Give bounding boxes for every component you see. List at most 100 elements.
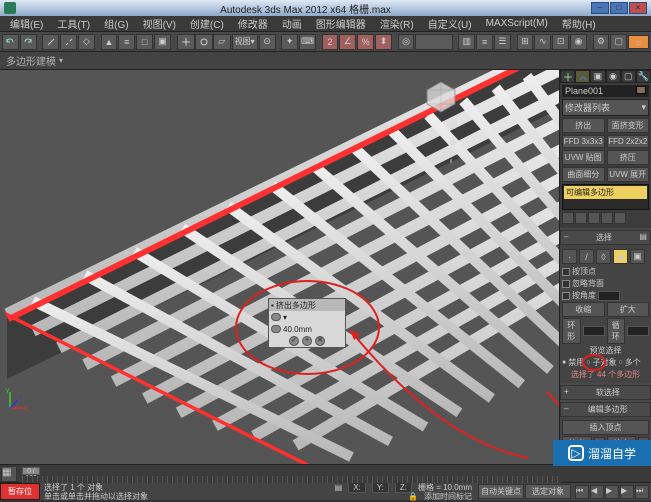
insert-vertex-button[interactable]: 插入顶点 — [562, 420, 649, 435]
caddy-apply-button[interactable]: + — [302, 336, 312, 346]
link-button[interactable] — [42, 34, 59, 50]
mirror-button[interactable]: ▥ — [458, 34, 475, 50]
pan-button[interactable]: ✥ — [449, 138, 465, 152]
tab-display[interactable]: ▢ — [621, 70, 636, 83]
subobj-vertex[interactable]: · — [562, 249, 577, 264]
unlink-button[interactable] — [60, 34, 77, 50]
selected-button[interactable]: 选定对象 — [525, 484, 571, 499]
ring-spinner[interactable] — [583, 326, 605, 336]
modset-button-6[interactable]: 曲面细分 — [562, 167, 605, 182]
keyboard-button[interactable]: ⌨ — [299, 34, 316, 50]
time-slider[interactable]: 0 / 100 — [22, 467, 40, 475]
app-icon[interactable] — [4, 2, 16, 14]
window-crossing-button[interactable]: ▣ — [154, 34, 171, 50]
align-button[interactable]: ≡ — [476, 34, 493, 50]
menu-t[interactable]: 工具(T) — [51, 15, 96, 32]
select-region-button[interactable]: □ — [136, 34, 153, 50]
schematic-button[interactable]: ⊡ — [552, 34, 569, 50]
tab-create[interactable] — [560, 70, 575, 83]
menu-c[interactable]: 创建(C) — [184, 15, 230, 32]
ring-button[interactable]: 环形 — [562, 318, 581, 344]
orbit-button[interactable]: ◐ — [449, 156, 465, 170]
modset-button-7[interactable]: UVW 展开 — [607, 167, 650, 182]
next-frame-button[interactable]: ▶ — [620, 485, 634, 499]
ref-coord-button[interactable]: 视图▾ — [232, 34, 258, 50]
menu-[interactable]: 修改器 — [232, 15, 274, 32]
redo-button[interactable] — [20, 34, 37, 50]
undo-button[interactable] — [2, 34, 19, 50]
menu-u[interactable]: 自定义(U) — [422, 15, 478, 32]
menu-[interactable]: 图形编辑器 — [310, 15, 372, 32]
tab-hierarchy[interactable]: ▣ — [590, 70, 605, 83]
loop-spinner[interactable] — [627, 326, 649, 336]
show-end-result-button[interactable] — [575, 212, 587, 224]
rotate-button[interactable] — [195, 34, 213, 50]
scale-button[interactable]: ▱ — [213, 34, 231, 50]
caddy-type-picker[interactable] — [271, 313, 281, 321]
modifier-stack[interactable]: 可编辑多边形 — [562, 184, 649, 210]
move-button[interactable] — [177, 34, 195, 50]
subobj-edge[interactable]: / — [579, 249, 594, 264]
menu-r[interactable]: 渲染(R) — [374, 15, 420, 32]
viewcube[interactable] — [423, 78, 459, 114]
configure-sets-button[interactable] — [614, 212, 626, 224]
close-button[interactable]: × — [629, 2, 647, 14]
spinner-snap-button[interactable]: ⬍ — [375, 34, 392, 50]
named-sel-drop[interactable] — [415, 34, 452, 50]
modset-button-3[interactable]: FFD 2x2x2 — [607, 135, 650, 148]
goto-end-button[interactable]: ⏭ — [635, 485, 649, 499]
extrude-caddy[interactable]: ▪挤出多边形 ▾ 40.0mm ✓ + ✕ — [268, 298, 346, 348]
rollout-editpoly-header[interactable]: –编辑多边形 — [560, 402, 651, 417]
minimize-button[interactable]: – — [591, 2, 609, 14]
modset-button-4[interactable]: UVW 贴图 — [562, 150, 605, 165]
pin-stack-button[interactable] — [562, 212, 574, 224]
autokey-button[interactable]: 自动关键点 — [478, 484, 524, 499]
add-time-tag[interactable]: 添加时间标记 — [424, 491, 472, 502]
snap-angle-button[interactable]: ∠ — [339, 34, 356, 50]
subobj-element[interactable]: ▣ — [630, 249, 645, 264]
object-color-swatch[interactable] — [636, 86, 646, 94]
polygon-modeling-drop[interactable]: 多边形建模 — [6, 53, 63, 68]
modset-button-5[interactable]: 挤压 — [607, 150, 650, 165]
menu-g[interactable]: 组(G) — [98, 15, 134, 32]
mesh-object[interactable] — [0, 70, 559, 464]
rollout-selection-header[interactable]: –选择▤ — [560, 230, 651, 245]
tab-utilities[interactable]: 🔧 — [636, 70, 651, 83]
grow-button[interactable]: 扩大 — [607, 302, 650, 317]
subobj-polygon[interactable]: ■ — [613, 249, 628, 264]
steering-wheel-button[interactable]: ◎ — [449, 120, 465, 134]
maximize-button[interactable]: □ — [610, 2, 628, 14]
layers-button[interactable]: ☰ — [494, 34, 511, 50]
rendered-frame-button[interactable]: ▢ — [610, 34, 627, 50]
remove-modifier-button[interactable] — [601, 212, 613, 224]
bind-button[interactable]: ◇ — [78, 34, 95, 50]
material-editor-button[interactable]: ◉ — [570, 34, 587, 50]
caddy-cancel-button[interactable]: ✕ — [315, 336, 325, 346]
render-button[interactable]: ☼ — [628, 35, 649, 49]
play-button[interactable]: ▶ — [605, 485, 619, 499]
ignore-backface-check[interactable] — [562, 280, 570, 288]
maxscript-listener-button[interactable]: 暂存位 — [0, 483, 40, 500]
timeline[interactable]: ▦ 0 / 100 — [0, 464, 651, 482]
viewport[interactable]: ▪挤出多边形 ▾ 40.0mm ✓ + ✕ ◎ ✥ ◐ y x z — [0, 70, 559, 464]
menu-h[interactable]: 帮助(H) — [556, 15, 602, 32]
menu-maxscriptm[interactable]: MAXScript(M) — [480, 17, 554, 30]
loop-button[interactable]: 循环 — [607, 318, 626, 344]
angle-spinner[interactable] — [598, 291, 620, 301]
prev-frame-button[interactable]: ◀ — [590, 485, 604, 499]
modset-button-1[interactable]: 面挤变形 — [607, 118, 650, 133]
modset-button-2[interactable]: FFD 3x3x3 — [562, 135, 605, 148]
object-name-field[interactable]: Plane001 — [565, 86, 603, 96]
menu-[interactable]: 动画 — [276, 15, 308, 32]
stack-item-editable-poly[interactable]: 可编辑多边形 — [564, 186, 647, 199]
snap-percent-button[interactable]: % — [357, 34, 374, 50]
snap-2d-button[interactable]: 2 — [322, 34, 339, 50]
select-name-button[interactable]: ≡ — [118, 34, 135, 50]
caddy-ok-button[interactable]: ✓ — [289, 336, 299, 346]
manipulate-button[interactable]: ✦ — [281, 34, 298, 50]
tab-motion[interactable]: ◉ — [606, 70, 621, 83]
by-vertex-check[interactable] — [562, 268, 570, 276]
menu-e[interactable]: 编辑(E) — [4, 15, 49, 32]
select-button[interactable]: ▲ — [101, 34, 118, 50]
modset-button-0[interactable]: 挤出 — [562, 118, 605, 133]
